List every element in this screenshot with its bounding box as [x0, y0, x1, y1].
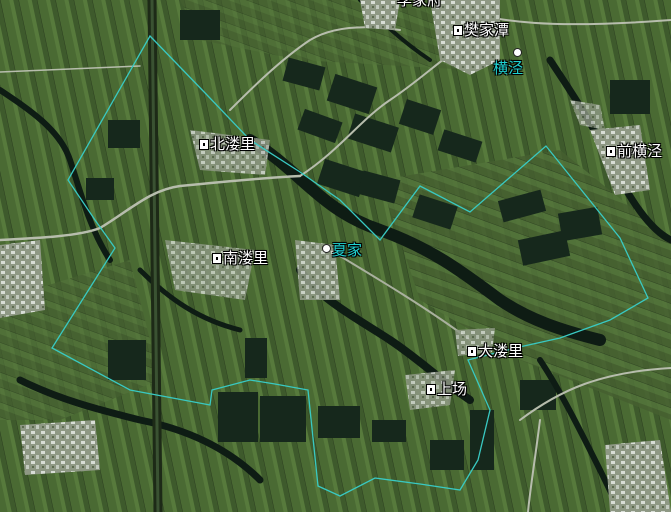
place-label-top-cut[interactable]: 李家府: [397, 0, 442, 9]
square-pin-icon: [212, 253, 222, 264]
place-label-fanjiatan[interactable]: 樊家潭: [453, 22, 509, 39]
place-label-qianhengjing[interactable]: 前横泾: [606, 143, 662, 160]
square-pin-icon: [467, 346, 477, 357]
square-pin-icon: [606, 146, 616, 157]
place-label-beilouli[interactable]: 北溇里: [199, 136, 255, 153]
square-pin-icon: [453, 25, 463, 36]
satellite-map[interactable]: 李家府 樊家潭 横泾 前横泾 北溇里 夏家 南溇里 大溇里 上场: [0, 0, 671, 512]
circle-dot-icon: [513, 48, 522, 57]
village-label-xiajia[interactable]: 夏家: [332, 242, 362, 259]
place-label-nanlouli[interactable]: 南溇里: [212, 250, 268, 267]
square-pin-icon: [199, 139, 209, 150]
circle-dot-icon: [322, 244, 331, 253]
place-label-shangchang[interactable]: 上场: [426, 381, 467, 398]
square-pin-icon: [426, 384, 436, 395]
village-label-hengjing[interactable]: 横泾: [493, 60, 523, 77]
place-label-dalouli[interactable]: 大溇里: [467, 343, 523, 360]
